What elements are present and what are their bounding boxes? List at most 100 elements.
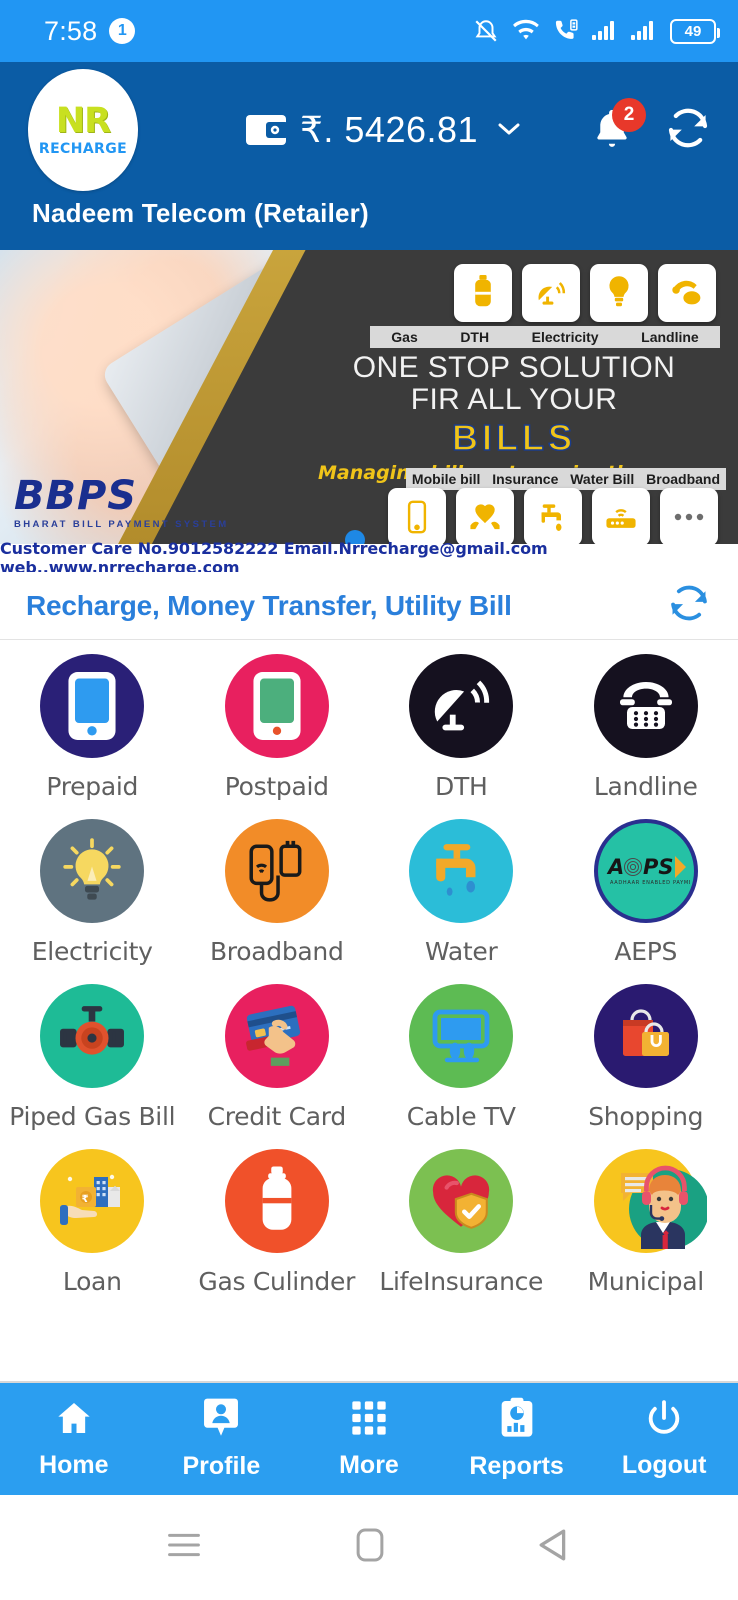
- nav-label: Reports: [469, 1452, 564, 1480]
- wallet-balance-button[interactable]: ₹. 5426.81: [246, 109, 524, 151]
- signal-bars-icon: [631, 20, 657, 42]
- android-system-nav: [0, 1495, 738, 1600]
- wallet-icon: [246, 113, 288, 147]
- wifi-icon: [512, 19, 540, 43]
- status-bar-left: 7:58 1: [44, 16, 136, 47]
- nav-item-logout[interactable]: Logout: [590, 1398, 738, 1480]
- vibrate-off-icon: [473, 18, 499, 44]
- chevron-down-icon[interactable]: [494, 117, 524, 143]
- usb-dongle-icon: [224, 819, 329, 923]
- logo-initials: NR: [55, 100, 111, 141]
- service-item-piped-gas-bill[interactable]: Piped Gas Bill: [0, 984, 185, 1131]
- svg-text:AADHAAR ENABLED PAYMENT SYSTEM: AADHAAR ENABLED PAYMENT SYSTEM: [610, 880, 690, 886]
- nav-item-home[interactable]: Home: [0, 1398, 148, 1480]
- service-item-dth[interactable]: DTH: [369, 654, 554, 801]
- app-header: NR RECHARGE ₹. 5426.81 2 Nadeem Telecom …: [0, 62, 738, 250]
- services-grid-container: Prepaid Postpaid DTH Landline Electricit…: [0, 640, 738, 1381]
- service-label: DTH: [435, 772, 488, 801]
- banner-headline-highlight: BILLS: [451, 416, 576, 458]
- service-label: Electricity: [31, 937, 153, 966]
- heart-shield-icon: [409, 1149, 514, 1253]
- service-item-water[interactable]: Water: [369, 819, 554, 966]
- grid-dots-icon: [349, 1398, 389, 1443]
- service-label: Broadband: [209, 937, 344, 966]
- loan-hand-money-icon: ₹: [40, 1149, 145, 1253]
- battery-icon: 49: [670, 18, 720, 44]
- refresh-balance-button[interactable]: [664, 104, 712, 157]
- service-label: Prepaid: [46, 772, 139, 801]
- banner-contact-footer: Customer Care No.9012582222 Email.Nrrech…: [0, 539, 738, 572]
- service-item-municipal[interactable]: Municipal: [554, 1149, 738, 1296]
- nav-label: Home: [39, 1451, 109, 1479]
- service-item-landline[interactable]: Landline: [554, 654, 738, 801]
- banner-top-labels: Gas DTH Electricity Landline: [370, 326, 720, 348]
- satellite-dish-icon: [522, 264, 580, 322]
- service-item-aeps[interactable]: A PS AADHAAR ENABLED PAYMENT SYSTEM AEPS: [554, 819, 738, 966]
- nav-item-more[interactable]: More: [295, 1398, 443, 1480]
- service-item-electricity[interactable]: Electricity: [0, 819, 185, 966]
- gas-pipe-valve-icon: [40, 984, 145, 1088]
- app-header-actions: 2: [590, 98, 738, 157]
- service-label: Piped Gas Bill: [9, 1102, 176, 1131]
- back-triangle-icon[interactable]: [536, 1526, 574, 1569]
- nav-label: More: [339, 1451, 399, 1479]
- volte-call-icon: [553, 18, 579, 44]
- service-label: Postpaid: [224, 772, 329, 801]
- service-item-broadband[interactable]: Broadband: [185, 819, 370, 966]
- nav-label: Profile: [182, 1452, 261, 1480]
- banner-label: Insurance: [492, 471, 559, 487]
- signal-bars-icon: [592, 20, 618, 42]
- service-item-lifeinsurance[interactable]: LifeInsurance: [369, 1149, 554, 1296]
- service-item-loan[interactable]: ₹ Loan: [0, 1149, 185, 1296]
- notification-count-badge: 1: [109, 18, 136, 44]
- service-label: Landline: [593, 772, 698, 801]
- shopping-bags-icon: [593, 984, 698, 1088]
- home-square-icon[interactable]: [353, 1526, 387, 1569]
- banner-label: Mobile bill: [411, 471, 481, 487]
- svg-text:₹: ₹: [82, 1194, 89, 1205]
- notification-badge-count: 2: [612, 98, 646, 132]
- app-screen: 7:58 1 49 NR RECHARGE ₹. 5426.81 2 Nadee…: [0, 0, 738, 1600]
- smartphone-icon: [40, 654, 145, 758]
- refresh-icon[interactable]: [666, 580, 712, 631]
- service-item-gas-culinder[interactable]: Gas Culinder: [185, 1149, 370, 1296]
- service-item-shopping[interactable]: Shopping: [554, 984, 738, 1131]
- notifications-button[interactable]: 2: [590, 98, 646, 154]
- clipboard-chart-icon: [498, 1397, 536, 1444]
- aeps-logo-icon: A PS AADHAAR ENABLED PAYMENT SYSTEM: [593, 819, 698, 923]
- service-label: LifeInsurance: [379, 1267, 544, 1296]
- banner-bottom-labels: Mobile bill Insurance Water Bill Broadba…: [406, 468, 726, 490]
- banner-label: Broadband: [646, 471, 721, 487]
- promotional-banner[interactable]: Gas DTH Electricity Landline ONE STOP SO…: [0, 250, 738, 572]
- nav-item-reports[interactable]: Reports: [443, 1397, 591, 1481]
- credit-card-hand-icon: [224, 984, 329, 1088]
- app-logo: NR RECHARGE: [28, 69, 138, 191]
- service-label: Gas Culinder: [198, 1267, 356, 1296]
- service-label: AEPS: [614, 937, 678, 966]
- more-dots-icon: [660, 488, 718, 546]
- logo-subtitle: RECHARGE: [38, 140, 128, 157]
- profile-icon: [201, 1397, 241, 1444]
- nav-item-profile[interactable]: Profile: [148, 1397, 296, 1481]
- bbps-logo-title: BBPS: [14, 473, 138, 519]
- bottom-navigation-bar: Home Profile More Reports Logout: [0, 1381, 738, 1495]
- banner-label: Landline: [641, 329, 699, 345]
- banner-label: Water Bill: [570, 471, 635, 487]
- banner-headline: ONE STOP SOLUTION FIR ALL YOUR BILLS: [314, 351, 714, 458]
- recents-menu-icon[interactable]: [164, 1529, 204, 1566]
- service-item-cable-tv[interactable]: Cable TV: [369, 984, 554, 1131]
- svg-text:PS: PS: [643, 855, 674, 879]
- lightbulb-icon: [590, 264, 648, 322]
- system-status-bar: 7:58 1 49: [0, 0, 738, 62]
- insurance-hands-icon: [456, 488, 514, 546]
- service-item-prepaid[interactable]: Prepaid: [0, 654, 185, 801]
- service-item-postpaid[interactable]: Postpaid: [185, 654, 370, 801]
- wallet-balance-amount: ₹. 5426.81: [300, 109, 479, 150]
- retailer-name: Nadeem Telecom (Retailer): [32, 198, 369, 228]
- status-bar-right: 49: [473, 18, 720, 44]
- television-icon: [409, 984, 514, 1088]
- mobile-bill-icon: [388, 488, 446, 546]
- banner-headline-line1: ONE STOP SOLUTION: [352, 351, 676, 384]
- tap-faucet-icon: [409, 819, 514, 923]
- service-item-credit-card[interactable]: Credit Card: [185, 984, 370, 1131]
